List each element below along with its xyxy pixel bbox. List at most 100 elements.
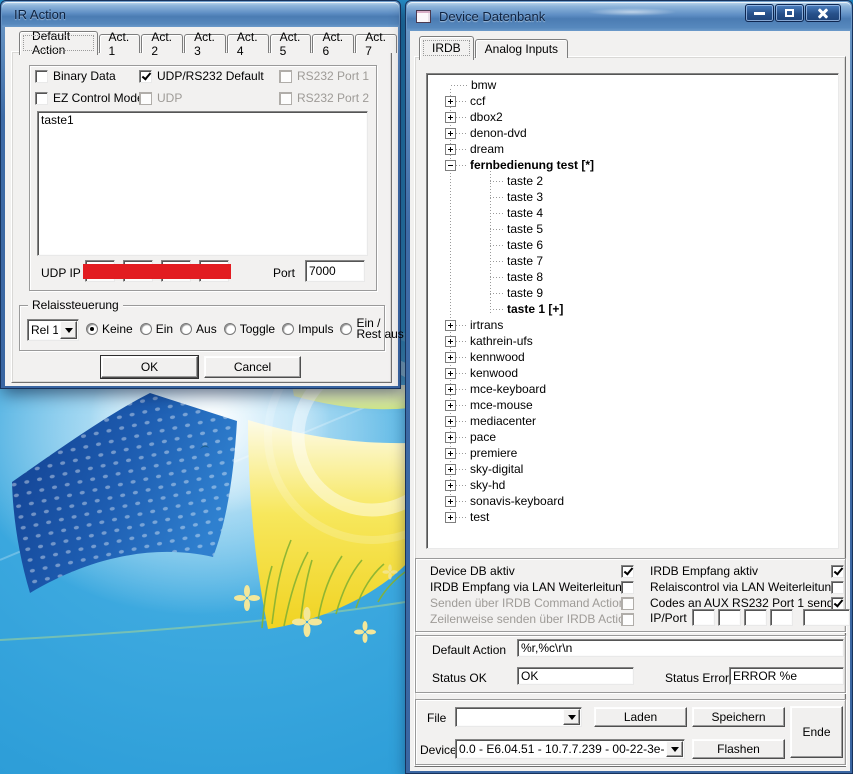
action-textarea[interactable]: taste1 (37, 111, 368, 256)
file-select[interactable] (455, 707, 582, 727)
tree-item-taste-1[interactable]: taste 1 [+] (490, 301, 835, 317)
checkbox-box[interactable] (831, 565, 844, 578)
setting-irdb-empfang-aktiv[interactable]: IRDB Empfang aktiv (650, 563, 844, 579)
tab-default-action[interactable]: Default Action (19, 31, 98, 55)
ip-port-field-port[interactable] (803, 609, 850, 626)
cancel-button[interactable]: Cancel (204, 356, 301, 378)
speichern-button[interactable]: Speichern (692, 707, 785, 727)
tree-expand-icon[interactable] (445, 368, 456, 379)
tab-act-6[interactable]: Act. 6 (312, 34, 354, 53)
tree-expand-icon[interactable] (445, 416, 456, 427)
tree-item-taste-9[interactable]: taste 9 (490, 285, 835, 301)
device-select-dropdown-button[interactable] (666, 741, 683, 757)
tree-item-taste-2[interactable]: taste 2 (490, 173, 835, 189)
checkbox-box[interactable] (621, 565, 634, 578)
tree-item-mce-keyboard[interactable]: mce-keyboard (445, 381, 835, 397)
tree-expand-icon[interactable] (445, 96, 456, 107)
laden-button[interactable]: Laden (594, 707, 687, 727)
ip-port-field-4[interactable] (770, 609, 793, 626)
checkbox-ez-control-mode[interactable]: EZ Control Mode (35, 91, 144, 105)
tree-item-kennwood[interactable]: kennwood (445, 349, 835, 365)
titlebar-ir-action[interactable]: IR Action (2, 2, 399, 27)
tree-expand-icon[interactable] (445, 480, 456, 491)
checkbox-box[interactable] (621, 581, 634, 594)
setting-irdb-empfang-via-lan-weiterleitung[interactable]: IRDB Empfang via LAN Weiterleitung (430, 579, 634, 595)
tree-item-dbox2[interactable]: dbox2 (445, 109, 835, 125)
setting-device-db-aktiv[interactable]: Device DB aktiv (430, 563, 634, 579)
tree-expand-icon[interactable] (445, 112, 456, 123)
tree-collapse-icon[interactable] (445, 160, 456, 171)
tree-item-test[interactable]: test (445, 509, 835, 525)
tree-item-pace[interactable]: pace (445, 429, 835, 445)
ip-port-field-1[interactable] (692, 609, 715, 626)
tree-expand-icon[interactable] (445, 320, 456, 331)
relay-select-dropdown-button[interactable] (60, 321, 77, 339)
tree-expand-icon[interactable] (445, 448, 456, 459)
radio-toggle[interactable]: Toggle (224, 322, 275, 336)
tree-item-taste-3[interactable]: taste 3 (490, 189, 835, 205)
tree-expand-icon[interactable] (445, 384, 456, 395)
tab-act-5[interactable]: Act. 5 (270, 34, 312, 53)
relay-select[interactable]: Rel 1 (27, 319, 79, 341)
tree-item-mediacenter[interactable]: mediacenter (445, 413, 835, 429)
tree-item-ccf[interactable]: ccf (445, 93, 835, 109)
tree-expand-icon[interactable] (445, 496, 456, 507)
radio-ein[interactable]: Ein (140, 322, 173, 336)
tree-item-taste-4[interactable]: taste 4 (490, 205, 835, 221)
setting-relaiscontrol-via-lan-weiterleitung[interactable]: Relaiscontrol via LAN Weiterleitung (650, 579, 844, 595)
status-ok-input[interactable]: OK (517, 667, 634, 685)
tab-analog-inputs[interactable]: Analog Inputs (475, 39, 568, 58)
tab-act-3[interactable]: Act. 3 (184, 34, 226, 53)
tree-item-premiere[interactable]: premiere (445, 445, 835, 461)
tree-item-denon-dvd[interactable]: denon-dvd (445, 125, 835, 141)
port-input[interactable]: 7000 (305, 260, 365, 282)
tab-act-4[interactable]: Act. 4 (227, 34, 269, 53)
tree-item-kenwood[interactable]: kenwood (445, 365, 835, 381)
tree-item-mce-mouse[interactable]: mce-mouse (445, 397, 835, 413)
flashen-button[interactable]: Flashen (692, 739, 785, 759)
tree-expand-icon[interactable] (445, 432, 456, 443)
ok-button[interactable]: OK (101, 356, 198, 378)
radio-aus[interactable]: Aus (180, 322, 217, 336)
radio-ein-rest-aus[interactable]: Ein / Rest aus (340, 318, 406, 340)
tree-expand-icon[interactable] (445, 128, 456, 139)
tree-item-kathrein-ufs[interactable]: kathrein-ufs (445, 333, 835, 349)
tree-item-sky-digital[interactable]: sky-digital (445, 461, 835, 477)
tree-expand-icon[interactable] (445, 464, 456, 475)
tree-item-sky-hd[interactable]: sky-hd (445, 477, 835, 493)
tree-expand-icon[interactable] (445, 144, 456, 155)
radio-impuls[interactable]: Impuls (282, 322, 333, 336)
tree-expand-icon[interactable] (445, 336, 456, 347)
ende-button[interactable]: Ende (790, 706, 843, 758)
tree-expand-icon[interactable] (445, 400, 456, 411)
tab-act-2[interactable]: Act. 2 (141, 34, 183, 53)
tree-expand-icon[interactable] (445, 512, 456, 523)
file-select-dropdown-button[interactable] (563, 709, 580, 725)
radio-keine[interactable]: Keine (86, 322, 133, 336)
tree-item-irtrans[interactable]: irtrans (445, 317, 835, 333)
tree-item-bmw[interactable]: bmw (445, 77, 835, 93)
tree-item-fernbedienung-test[interactable]: fernbedienung test [*] (445, 157, 835, 173)
tree-item-taste-6[interactable]: taste 6 (490, 237, 835, 253)
tree-item-sonavis-keyboard[interactable]: sonavis-keyboard (445, 493, 835, 509)
ip-port-field-2[interactable] (718, 609, 741, 626)
checkbox-box[interactable] (831, 597, 844, 610)
tree-item-dream[interactable]: dream (445, 141, 835, 157)
titlebar-device-datenbank[interactable]: Device Datenbank (407, 2, 851, 31)
checkbox-udp-rs232-default[interactable]: UDP/RS232 Default (139, 69, 264, 83)
default-action-input[interactable]: %r,%c\r\n (517, 639, 844, 657)
checkbox-box[interactable] (831, 581, 844, 594)
ip-port-field-3[interactable] (744, 609, 767, 626)
device-select[interactable]: 0.0 - E6.04.51 - 10.7.7.239 - 00-22-3e-0… (455, 739, 685, 759)
tree-expand-icon[interactable] (445, 352, 456, 363)
close-button[interactable] (805, 4, 841, 22)
tree-item-taste-8[interactable]: taste 8 (490, 269, 835, 285)
tab-irdb[interactable]: IRDB (419, 36, 474, 60)
maximize-button[interactable] (775, 4, 804, 22)
tab-act-1[interactable]: Act. 1 (99, 34, 141, 53)
tree-item-taste-7[interactable]: taste 7 (490, 253, 835, 269)
status-error-input[interactable]: ERROR %e (729, 667, 844, 685)
checkbox-binary-data[interactable]: Binary Data (35, 69, 116, 83)
tab-act-7[interactable]: Act. 7 (355, 34, 397, 53)
minimize-button[interactable] (745, 4, 774, 22)
